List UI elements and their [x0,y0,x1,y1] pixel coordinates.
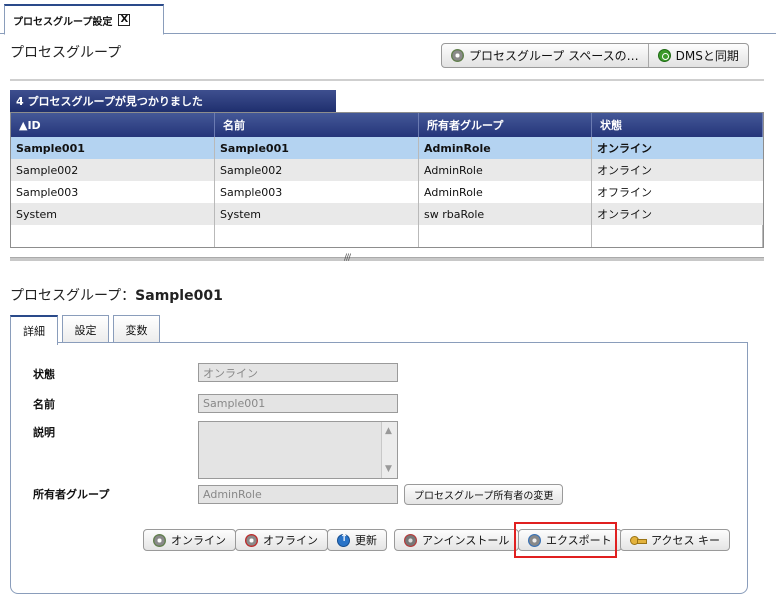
gear-offline-icon [245,533,258,547]
tab-details[interactable]: 詳細 [10,315,58,345]
uninstall-label: アンインストール [422,534,510,547]
document-tab-label: プロセスグループ設定 [13,16,113,28]
gear-online-icon [153,533,166,547]
access-key-button[interactable]: アクセス キー [620,529,730,551]
header-button-group: プロセスグループ スペースの… DMSと同期 [441,43,749,68]
detail-title-prefix: プロセスグループ： [10,288,136,304]
column-header-name[interactable]: 名前 [215,113,419,137]
header-divider [10,79,764,81]
column-header-owner-group[interactable]: 所有者グループ [419,113,592,137]
uninstall-button[interactable]: アンインストール [394,529,520,551]
table-row[interactable]: Sample003 Sample003 AdminRole オフライン [11,181,763,203]
description-label: 説明 [33,426,55,439]
table-cell-status: オンライン [597,164,652,177]
table-cell-status: オンライン [597,142,652,155]
status-field: オンライン [198,363,398,382]
access-key-label: アクセス キー [651,534,720,547]
column-header-status[interactable]: 状態 [592,113,763,137]
document-tab-process-group-settings[interactable]: プロセスグループ設定 X [4,4,164,35]
tab-variables[interactable]: 変数 [113,315,160,343]
table-cell-owner-group: AdminRole [419,181,592,203]
detail-title: プロセスグループ：Sample001 [10,285,223,305]
table-cell-owner-group: sw rbaRole [419,203,592,225]
gear-icon [451,49,464,62]
sync-icon [657,49,671,62]
update-button[interactable]: 更新 [327,529,387,551]
table-cell-id: System [11,203,215,225]
table-cell-owner-group: AdminRole [419,159,592,181]
detail-title-name: Sample001 [135,288,223,304]
table-header-row: ▲ID 名前 所有者グループ 状態 [11,113,763,137]
table-row[interactable]: Sample001 Sample001 AdminRole オンライン [11,137,763,159]
description-textarea[interactable]: ▲ ▼ [198,421,398,479]
online-button[interactable]: オンライン [143,529,236,551]
table-empty-area [11,225,763,247]
panel-splitter[interactable] [10,257,764,261]
dms-sync-label: DMSと同期 [675,49,739,63]
owner-group-field: AdminRole [198,485,398,504]
key-icon [630,534,647,547]
status-label: 状態 [33,368,55,381]
upload-icon [337,533,350,547]
table-cell-status: オフライン [597,186,652,199]
name-label: 名前 [33,398,55,411]
table-cell-name: Sample001 [215,137,419,159]
table-row[interactable]: System System sw rbaRole オンライン [11,203,763,225]
offline-label: オフライン [263,534,318,547]
page-title: プロセスグループ [10,45,122,61]
table-cell-id: Sample002 [11,159,215,181]
update-label: 更新 [355,534,377,547]
uninstall-icon [404,533,417,547]
table-cell-name: System [215,203,419,225]
change-owner-button[interactable]: プロセスグループ所有者の変更 [404,484,564,505]
results-count-bar: 4 プロセスグループが見つかりました [10,90,336,112]
table-row[interactable]: Sample002 Sample002 AdminRole オンライン [11,159,763,181]
name-field: Sample001 [198,394,398,413]
scroll-up-icon[interactable]: ▲ [385,426,392,436]
online-label: オンライン [171,534,226,547]
close-icon[interactable]: X [118,14,131,26]
change-owner-label: プロセスグループ所有者の変更 [414,491,554,502]
description-scrollbar[interactable]: ▲ ▼ [381,422,397,478]
process-group-space-button[interactable]: プロセスグループ スペースの… [442,44,648,67]
splitter-grip-icon[interactable]: /// [336,253,358,263]
table-cell-id: Sample001 [11,137,215,159]
table-cell-name: Sample002 [215,159,419,181]
offline-button[interactable]: オフライン [235,529,328,551]
table-cell-id: Sample003 [11,181,215,203]
process-group-space-label: プロセスグループ スペースの… [469,49,639,63]
table-cell-status: オンライン [597,208,652,221]
process-group-table: ▲ID 名前 所有者グループ 状態 Sample001 Sample001 Ad… [10,112,764,248]
owner-group-label: 所有者グループ [33,488,110,501]
export-highlight-box [514,522,617,558]
scroll-down-icon[interactable]: ▼ [385,464,392,474]
column-header-id[interactable]: ▲ID [11,113,215,137]
dms-sync-button[interactable]: DMSと同期 [647,44,748,67]
table-cell-owner-group: AdminRole [419,137,592,159]
tab-settings[interactable]: 設定 [62,315,109,343]
table-cell-name: Sample003 [215,181,419,203]
